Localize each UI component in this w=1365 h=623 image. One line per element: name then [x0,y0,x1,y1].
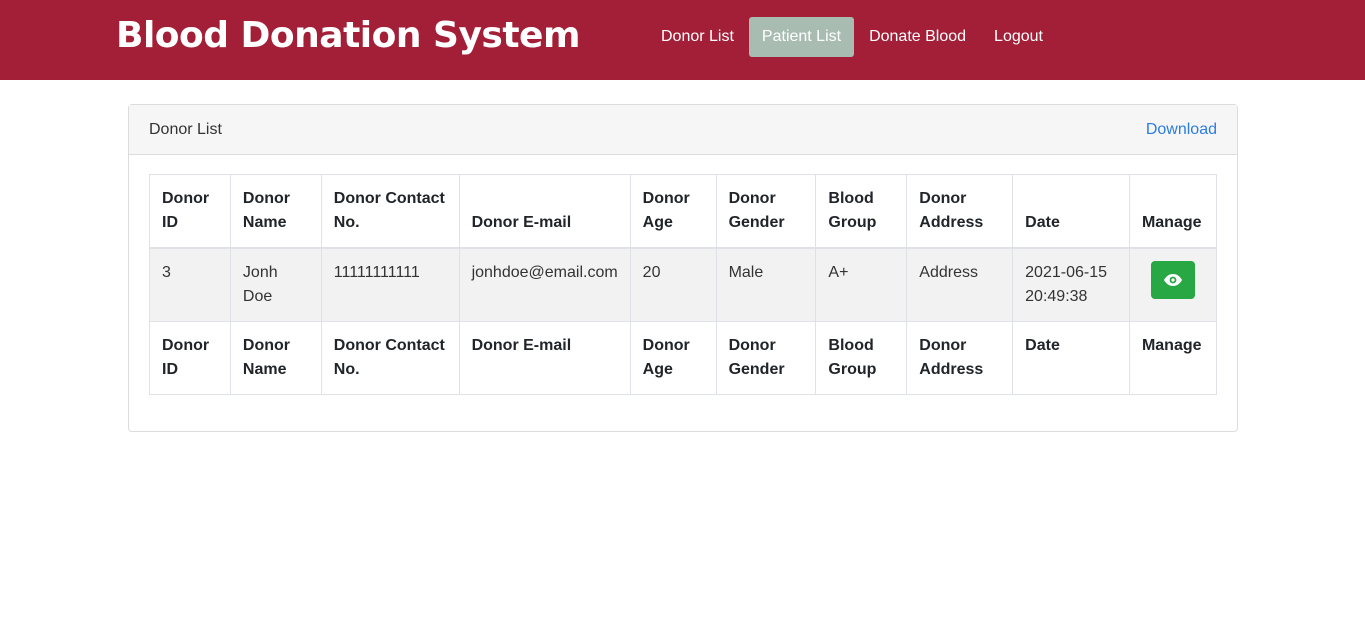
footer-donor-gender: Donor Gender [715,321,817,395]
donor-list-card: Donor List Download Donor ID Donor Name … [128,104,1238,432]
footer-donor-address: Donor Address [906,321,1014,395]
cell-donor-email: jonhdoe@email.com [458,247,631,322]
cell-donor-age: 20 [629,247,717,322]
brand-title[interactable]: Blood Donation System [116,15,581,56]
cell-date: 2021-06-15 20:49:38 [1012,247,1130,322]
card-title: Donor List [149,120,222,138]
footer-donor-id: Donor ID [149,321,231,395]
header-donor-contact: Donor Contact No. [320,174,460,249]
header-date: Date [1012,174,1130,249]
cell-blood-group: A+ [815,247,908,322]
cell-donor-gender: Male [715,247,817,322]
footer-donor-contact: Donor Contact No. [320,321,460,395]
card-header: Donor List Download [129,105,1237,155]
nav-menu: Donor List Patient List Donate Blood Log… [648,17,1058,57]
cell-donor-contact: 11111111111 [320,247,460,322]
cell-donor-address: Address [906,247,1014,322]
footer-date: Date [1012,321,1130,395]
header-blood-group: Blood Group [815,174,908,249]
table-footer-row: Donor ID Donor Name Donor Contact No. Do… [149,321,1218,395]
donor-table: Donor ID Donor Name Donor Contact No. Do… [149,174,1218,395]
nav-logout[interactable]: Logout [981,17,1056,57]
footer-donor-age: Donor Age [629,321,717,395]
footer-donor-name: Donor Name [229,321,322,395]
header-donor-gender: Donor Gender [715,174,817,249]
nav-donor-list[interactable]: Donor List [648,17,747,57]
nav-patient-list[interactable]: Patient List [748,17,855,57]
cell-donor-name: Jonh Doe [229,247,322,322]
navbar: Blood Donation System Donor List Patient… [0,0,1365,80]
nav-donate-blood[interactable]: Donate Blood [856,17,979,57]
footer-blood-group: Blood Group [815,321,908,395]
header-donor-name: Donor Name [229,174,322,249]
cell-manage [1128,247,1218,322]
footer-manage: Manage [1128,321,1218,395]
table-row: 3 Jonh Doe 11111111111 jonhdoe@email.com… [149,247,1218,322]
header-donor-address: Donor Address [906,174,1014,249]
header-donor-email: Donor E-mail [458,174,631,249]
header-donor-id: Donor ID [149,174,231,249]
footer-donor-email: Donor E-mail [458,321,631,395]
cell-donor-id: 3 [149,247,231,322]
table-header-row: Donor ID Donor Name Donor Contact No. Do… [149,174,1218,249]
eye-icon [1163,274,1182,286]
header-manage: Manage [1128,174,1218,249]
view-donor-button[interactable] [1150,261,1195,299]
download-link[interactable]: Download [1146,121,1217,139]
header-donor-age: Donor Age [629,174,717,249]
